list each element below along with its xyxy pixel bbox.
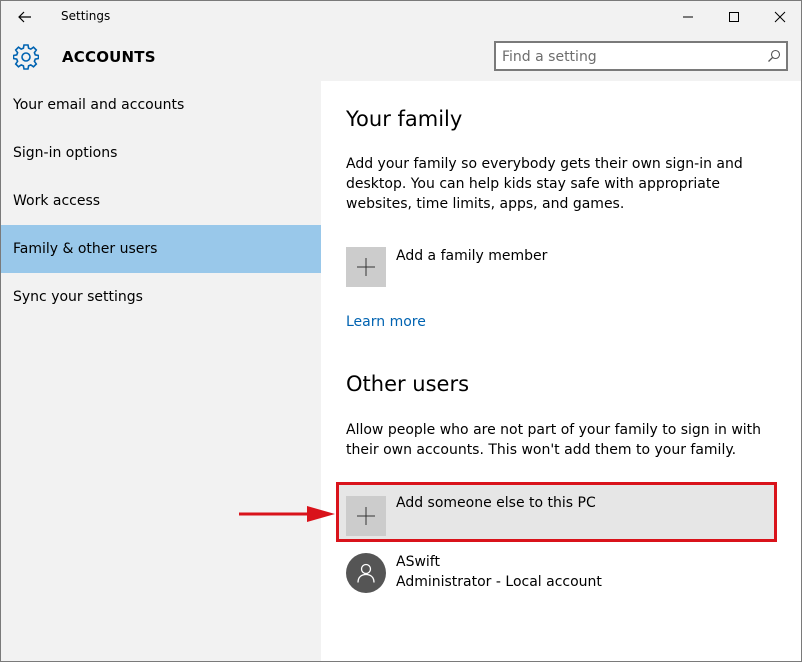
page-header: ACCOUNTS xyxy=(1,33,801,81)
search-input[interactable] xyxy=(502,47,752,67)
maximize-icon xyxy=(729,12,739,22)
user-account-type: Administrator - Local account xyxy=(396,574,602,590)
minimize-button[interactable] xyxy=(665,1,711,33)
other-users-heading: Other users xyxy=(346,372,470,396)
settings-window: Settings ACCOUNTS Find a setting Your em… xyxy=(0,0,802,662)
back-arrow-icon xyxy=(18,11,31,23)
search-icon[interactable] xyxy=(767,49,781,63)
plus-icon xyxy=(357,258,375,276)
add-family-member-button[interactable]: Add a family member xyxy=(346,247,776,287)
page-title: ACCOUNTS xyxy=(62,48,156,66)
sidebar-item-email-accounts[interactable]: Your email and accounts xyxy=(1,81,321,129)
person-icon xyxy=(357,563,375,583)
gear-icon xyxy=(13,44,39,70)
sidebar-item-sync-settings[interactable]: Sync your settings xyxy=(1,273,321,321)
minimize-icon xyxy=(683,16,693,18)
family-description: Add your family so everybody gets their … xyxy=(346,156,743,212)
maximize-button[interactable] xyxy=(711,1,757,33)
sidebar-item-sign-in-options[interactable]: Sign-in options xyxy=(1,129,321,177)
add-someone-else-button[interactable]: Add someone else to this PC xyxy=(336,482,777,542)
close-icon xyxy=(774,11,786,23)
other-users-description: Allow people who are not part of your fa… xyxy=(346,422,762,458)
user-list-item[interactable]: ASwift Administrator - Local account xyxy=(346,553,776,595)
red-arrow-annotation-icon xyxy=(239,506,335,522)
add-someone-tile xyxy=(346,496,386,536)
add-family-tile xyxy=(346,247,386,287)
title-bar: Settings xyxy=(1,1,801,33)
sidebar-item-work-access[interactable]: Work access xyxy=(1,177,321,225)
back-button[interactable] xyxy=(7,3,43,31)
window-title: Settings xyxy=(61,9,111,23)
main-content: Your family Add your family so everybody… xyxy=(321,81,801,661)
add-family-member-label: Add a family member xyxy=(396,248,548,264)
search-box[interactable] xyxy=(494,41,788,71)
plus-icon xyxy=(357,507,375,525)
avatar xyxy=(346,553,386,593)
family-heading: Your family xyxy=(346,107,463,131)
close-button[interactable] xyxy=(757,1,801,33)
sidebar: Your email and accounts Sign-in options … xyxy=(1,81,321,661)
sidebar-item-family-other-users[interactable]: Family & other users xyxy=(1,225,321,273)
add-someone-else-label: Add someone else to this PC xyxy=(396,495,596,511)
learn-more-link[interactable]: Learn more xyxy=(346,314,426,330)
user-name: ASwift xyxy=(396,554,440,570)
